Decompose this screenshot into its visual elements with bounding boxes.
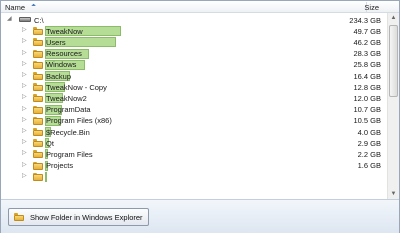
item-size: 12.8 GB [353, 82, 381, 92]
vertical-scrollbar[interactable]: ▲ ▼ [387, 13, 399, 199]
scrollbar-thumb[interactable] [389, 25, 398, 97]
triangle-right-icon[interactable]: ▷ [22, 71, 30, 78]
item-name: ProgramData [46, 105, 91, 115]
name-column-header[interactable]: Name [5, 3, 25, 12]
item-size: 2.9 GB [357, 138, 381, 148]
folder-row[interactable]: ▷ TweakNow - Copy 12.8 GB [1, 81, 387, 93]
item-name: Windows [46, 60, 77, 70]
triangle-right-icon[interactable]: ▷ [22, 172, 30, 179]
triangle-right-icon[interactable]: ▷ [22, 93, 30, 100]
folder-icon [33, 94, 43, 103]
folder-row[interactable]: ▷ Windows 25.8 GB [1, 59, 387, 70]
sort-ascending-icon[interactable]: ⏶ [31, 3, 36, 10]
folder-icon [33, 105, 43, 114]
item-size: 234.3 GB [349, 15, 381, 25]
folder-tree[interactable]: ◢ C:\ 234.3 GB ▷ TweakNow 49.7 GB ▷ Users 46.2 G… [1, 13, 387, 199]
triangle-down-icon[interactable]: ◢ [7, 15, 15, 22]
item-name: Users [46, 37, 66, 47]
size-column-header[interactable]: Size [364, 3, 379, 12]
hard-drive-icon [19, 17, 31, 22]
scroll-down-arrow-icon[interactable]: ▼ [388, 189, 399, 199]
triangle-right-icon[interactable]: ▷ [22, 161, 30, 168]
item-name: Resources [46, 49, 82, 59]
folder-row[interactable]: ▷ TweakNow2 12.0 GB [1, 92, 387, 104]
folder-size-window: Name ⏶ Size ◢ C:\ 234.3 GB ▷ TweakNow 49.7 GB… [0, 0, 400, 233]
triangle-right-icon[interactable]: ▷ [22, 37, 30, 44]
folder-row[interactable]: ▷ TweakNow 49.7 GB [1, 25, 387, 37]
footer-panel: Show Folder in Windows Explorer [1, 199, 399, 233]
item-size: 2.2 GB [357, 149, 381, 159]
item-size: 4.0 GB [357, 127, 381, 137]
folder-icon [33, 116, 43, 125]
item-size: 16.4 GB [353, 71, 381, 81]
folder-row[interactable]: ▷ Projects 1.6 GB [1, 160, 387, 171]
triangle-right-icon[interactable]: ▷ [22, 105, 30, 112]
item-name: $Recycle.Bin [46, 127, 90, 137]
folder-icon [33, 172, 43, 181]
item-name: Program Files (x86) [46, 116, 112, 126]
triangle-right-icon[interactable]: ▷ [22, 138, 30, 145]
triangle-right-icon[interactable]: ▷ [22, 26, 30, 33]
folder-row[interactable]: ▷ [1, 171, 387, 182]
item-size: 28.3 GB [353, 49, 381, 59]
show-in-explorer-button[interactable]: Show Folder in Windows Explorer [8, 208, 149, 226]
folder-icon [33, 150, 43, 159]
folder-row[interactable]: ▷ Qt 2.9 GB [1, 137, 387, 149]
triangle-right-icon[interactable]: ▷ [22, 49, 30, 56]
item-size: 10.5 GB [353, 116, 381, 126]
triangle-right-icon[interactable]: ▷ [22, 116, 30, 123]
folder-icon [33, 128, 43, 136]
folder-icon [33, 49, 43, 58]
show-in-explorer-label: Show Folder in Windows Explorer [30, 213, 143, 222]
folder-row[interactable]: ▷ Program Files 2.2 GB [1, 148, 387, 160]
item-size: 10.7 GB [353, 105, 381, 115]
folder-icon [33, 38, 43, 47]
item-name: TweakNow2 [46, 93, 87, 103]
item-name: C:\ [34, 15, 44, 25]
item-name: Backup [46, 71, 72, 81]
folder-row[interactable]: ▷ Backup 16.4 GB [1, 70, 387, 81]
item-size: 49.7 GB [353, 26, 381, 36]
folder-row[interactable]: ▷ $Recycle.Bin 4.0 GB [1, 126, 387, 137]
column-header: Name ⏶ Size [1, 1, 399, 13]
item-name: Qt [46, 138, 54, 148]
item-name: Projects [46, 161, 74, 171]
item-name: Program Files [46, 149, 93, 159]
triangle-right-icon[interactable]: ▷ [22, 60, 30, 67]
folder-icon [33, 83, 43, 92]
triangle-right-icon[interactable]: ▷ [22, 127, 30, 134]
drive-row[interactable]: ◢ C:\ 234.3 GB [1, 14, 387, 25]
triangle-right-icon[interactable]: ▷ [22, 82, 30, 89]
item-size: 1.6 GB [357, 161, 381, 171]
item-size: 46.2 GB [353, 37, 381, 47]
folder-icon [33, 161, 43, 170]
scroll-up-arrow-icon[interactable]: ▲ [388, 13, 399, 23]
size-bar [45, 171, 47, 182]
folder-row[interactable]: ▷ ProgramData 10.7 GB [1, 104, 387, 115]
folder-icon [33, 139, 43, 148]
triangle-right-icon[interactable]: ▷ [22, 149, 30, 156]
item-name: TweakNow - Copy [46, 82, 107, 92]
item-size: 12.0 GB [353, 93, 381, 103]
folder-icon [33, 60, 43, 69]
folder-icon [33, 27, 43, 36]
folder-row[interactable]: ▷ Resources 28.3 GB [1, 48, 387, 59]
folder-row[interactable]: ▷ Program Files (x86) 10.5 GB [1, 115, 387, 126]
folder-row[interactable]: ▷ Users 46.2 GB [1, 36, 387, 48]
item-size: 25.8 GB [353, 60, 381, 70]
folder-icon [33, 72, 43, 80]
item-name: TweakNow [46, 26, 83, 36]
folder-icon [14, 213, 24, 221]
